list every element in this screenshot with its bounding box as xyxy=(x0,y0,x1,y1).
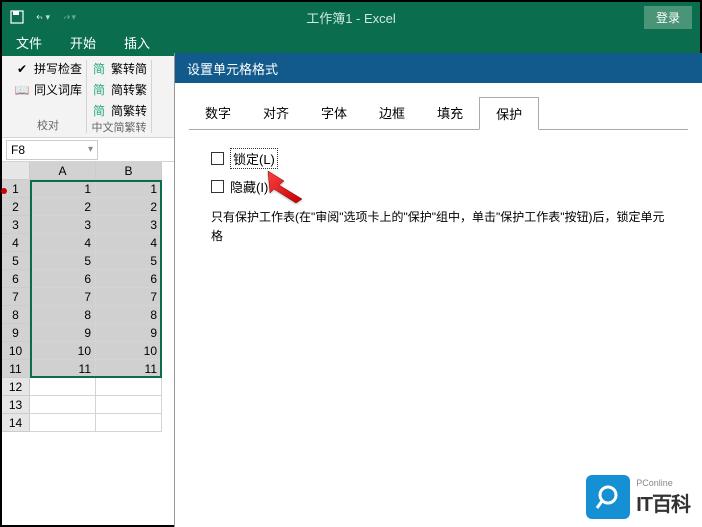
col-header[interactable]: A xyxy=(30,162,96,180)
cell[interactable]: 3 xyxy=(96,216,162,234)
row-header[interactable]: 14 xyxy=(2,414,30,432)
annotation-arrow xyxy=(264,167,314,212)
row-header[interactable]: 9 xyxy=(2,324,30,342)
watermark-title: IT百科 xyxy=(636,488,690,517)
lock-checkbox[interactable] xyxy=(211,152,224,165)
cell[interactable]: 5 xyxy=(96,252,162,270)
group-proofing-label: 校对 xyxy=(14,117,82,133)
tab-protect[interactable]: 保护 xyxy=(479,97,539,130)
cell[interactable]: 1 xyxy=(96,180,162,198)
lock-label: 锁定(L) xyxy=(230,148,278,169)
thesaurus-icon: 📖 xyxy=(14,82,30,98)
cell[interactable]: 9 xyxy=(30,324,96,342)
dialog-title: 设置单元格格式 xyxy=(175,53,702,83)
cell[interactable]: 9 xyxy=(96,324,162,342)
row-header[interactable]: 8 xyxy=(2,306,30,324)
undo-icon[interactable]: ▾ xyxy=(36,10,50,24)
titlebar: ▾ ▾ 工作簿1 - Excel 登录 xyxy=(2,2,700,32)
simp-to-trad-button[interactable]: 简简转繁 xyxy=(91,81,147,98)
tab-align[interactable]: 对齐 xyxy=(247,97,305,130)
tab-fill[interactable]: 填充 xyxy=(421,97,479,130)
hide-label: 隐藏(I) xyxy=(230,177,268,196)
window-title: 工作簿1 - Excel xyxy=(306,8,396,27)
cell[interactable]: 7 xyxy=(96,288,162,306)
row-header[interactable]: 10 xyxy=(2,342,30,360)
tab-font[interactable]: 字体 xyxy=(305,97,363,130)
convert-icon: 简 xyxy=(91,61,107,77)
redo-icon[interactable]: ▾ xyxy=(62,10,76,24)
cell[interactable]: 8 xyxy=(96,306,162,324)
name-box[interactable]: F8▾ xyxy=(6,140,98,160)
cell[interactable]: 2 xyxy=(30,198,96,216)
cell[interactable]: 5 xyxy=(30,252,96,270)
select-all-corner[interactable] xyxy=(2,162,30,180)
save-icon[interactable] xyxy=(10,10,24,24)
cell[interactable]: 11 xyxy=(96,360,162,378)
row-header[interactable]: 12 xyxy=(2,378,30,396)
hide-checkbox[interactable] xyxy=(211,180,224,193)
cell[interactable]: 1 xyxy=(30,180,96,198)
row-header[interactable]: 13 xyxy=(2,396,30,414)
spellcheck-button[interactable]: ✔拼写检查 xyxy=(14,60,82,77)
row-header[interactable]: 7 xyxy=(2,288,30,306)
spellcheck-icon: ✔ xyxy=(14,61,30,77)
row-header[interactable]: 3 xyxy=(2,216,30,234)
tab-number[interactable]: 数字 xyxy=(189,97,247,130)
cell[interactable]: 7 xyxy=(30,288,96,306)
cell[interactable] xyxy=(30,414,96,432)
thesaurus-button[interactable]: 📖同义词库 xyxy=(14,81,82,98)
cell[interactable]: 10 xyxy=(30,342,96,360)
tab-home[interactable]: 开始 xyxy=(56,29,110,56)
group-chinese-label: 中文简繁转 xyxy=(91,119,147,135)
cell[interactable]: 4 xyxy=(96,234,162,252)
row-header[interactable]: 5 xyxy=(2,252,30,270)
cell[interactable]: 4 xyxy=(30,234,96,252)
row-header[interactable]: 6 xyxy=(2,270,30,288)
cell[interactable]: 11 xyxy=(30,360,96,378)
watermark: PConline IT百科 xyxy=(586,475,690,519)
cell[interactable] xyxy=(96,378,162,396)
row-header[interactable]: 2 xyxy=(2,198,30,216)
cell[interactable]: 3 xyxy=(30,216,96,234)
cell[interactable] xyxy=(96,414,162,432)
tab-file[interactable]: 文件 xyxy=(2,29,56,56)
format-cells-dialog: 设置单元格格式 数字 对齐 字体 边框 填充 保护 锁定(L) 隐藏(I) 只有… xyxy=(174,53,702,527)
tab-insert[interactable]: 插入 xyxy=(110,29,164,56)
convert-icon: 简 xyxy=(91,103,107,119)
row-header[interactable]: 11 xyxy=(2,360,30,378)
cell[interactable]: 6 xyxy=(96,270,162,288)
trad-to-simp-button[interactable]: 简繁转简 xyxy=(91,60,147,77)
convert-icon: 简 xyxy=(91,82,107,98)
cell[interactable]: 2 xyxy=(96,198,162,216)
cell[interactable] xyxy=(96,396,162,414)
cell[interactable] xyxy=(30,396,96,414)
chevron-down-icon[interactable]: ▾ xyxy=(88,144,93,155)
convert-button[interactable]: 简简繁转 xyxy=(91,102,147,119)
watermark-icon xyxy=(586,475,630,519)
dialog-tabs: 数字 对齐 字体 边框 填充 保护 xyxy=(175,83,702,130)
tab-border[interactable]: 边框 xyxy=(363,97,421,130)
watermark-subtitle: PConline xyxy=(636,478,690,488)
help-text: 只有保护工作表(在"审阅"选项卡上的"保护"组中，单击"保护工作表"按钮)后，锁… xyxy=(211,208,666,246)
row-header[interactable]: 4 xyxy=(2,234,30,252)
login-button[interactable]: 登录 xyxy=(644,6,692,29)
col-header[interactable]: B xyxy=(96,162,162,180)
cell[interactable] xyxy=(30,378,96,396)
cell[interactable]: 8 xyxy=(30,306,96,324)
cell[interactable]: 10 xyxy=(96,342,162,360)
cell[interactable]: 6 xyxy=(30,270,96,288)
